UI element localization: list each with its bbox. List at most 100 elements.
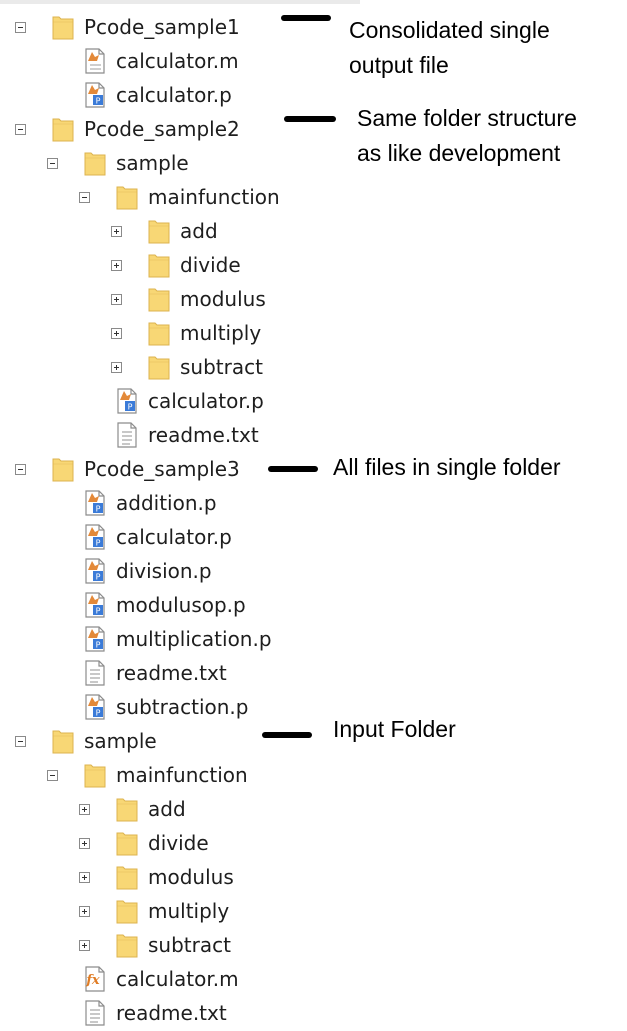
annotation-text: output file — [349, 52, 449, 78]
svg-text:P: P — [128, 403, 133, 412]
tree-item-label: Pcode_sample2 — [84, 117, 240, 141]
tree-file-row[interactable]: Pmultiplication.p — [0, 622, 272, 656]
tree-item-label: modulus — [180, 287, 266, 311]
folder-icon — [50, 115, 76, 143]
expand-plus-icon[interactable] — [111, 225, 122, 237]
folder-icon — [146, 217, 172, 245]
tree-item-label: sample — [116, 151, 189, 175]
annotation-text: Consolidated single — [349, 17, 550, 43]
tree-folder-row[interactable]: mainfunction — [0, 758, 248, 792]
tree-folder-row[interactable]: Pcode_sample3 — [0, 452, 240, 486]
tree-file-row[interactable]: Pcalculator.p — [0, 520, 232, 554]
svg-text:P: P — [96, 709, 101, 718]
p-file-icon: P — [82, 693, 108, 721]
expand-plus-icon[interactable] — [111, 361, 122, 373]
tree-folder-row[interactable]: multiply — [0, 316, 261, 350]
p-file-icon: P — [82, 625, 108, 653]
tree-item-label: Pcode_sample3 — [84, 457, 240, 481]
svg-text:P: P — [96, 539, 101, 548]
annotation-dash — [268, 466, 318, 472]
tree-item-label: division.p — [116, 559, 212, 583]
tree-file-row[interactable]: fx calculator.m — [0, 962, 239, 996]
tree-item-label: modulus — [148, 865, 234, 889]
tree-item-label: mainfunction — [116, 763, 248, 787]
tree-folder-row[interactable]: modulus — [0, 282, 266, 316]
tree-folder-row[interactable]: mainfunction — [0, 180, 280, 214]
tree-folder-row[interactable]: add — [0, 214, 218, 248]
p-file-icon: P — [82, 557, 108, 585]
text-file-icon — [114, 421, 140, 449]
tree-folder-row[interactable]: divide — [0, 248, 241, 282]
tree-item-label: multiply — [180, 321, 262, 345]
tree-file-row[interactable]: Psubtraction.p — [0, 690, 248, 724]
tree-item-label: addition.p — [116, 491, 217, 515]
tree-item-label: add — [180, 219, 218, 243]
collapse-minus-icon[interactable] — [15, 21, 26, 33]
svg-text:P: P — [96, 573, 101, 582]
folder-icon — [146, 251, 172, 279]
tree-file-row[interactable]: Pdivision.p — [0, 554, 212, 588]
tree-folder-row[interactable]: divide — [0, 826, 209, 860]
tree-folder-row[interactable]: modulus — [0, 860, 234, 894]
m-file-icon — [82, 47, 108, 75]
tree-item-label: multiplication.p — [116, 627, 272, 651]
collapse-minus-icon[interactable] — [15, 463, 26, 475]
collapse-minus-icon[interactable] — [47, 157, 58, 169]
svg-text:P: P — [96, 641, 101, 650]
expand-plus-icon[interactable] — [79, 837, 90, 849]
tree-item-label: mainfunction — [148, 185, 280, 209]
tree-folder-row[interactable]: Pcode_sample1 — [0, 10, 240, 44]
file-tree: Pcode_sample1 calculator.m Pcalculator.p Pc… — [0, 0, 627, 1026]
folder-icon — [50, 727, 76, 755]
tree-item-label: divide — [148, 831, 209, 855]
text-file-icon — [82, 999, 108, 1027]
tree-file-row[interactable]: readme.txt — [0, 418, 259, 452]
tree-item-label: calculator.p — [148, 389, 264, 413]
folder-icon — [50, 13, 76, 41]
folder-icon — [82, 149, 108, 177]
folder-icon — [114, 897, 140, 925]
expand-plus-icon[interactable] — [111, 259, 122, 271]
expand-plus-icon[interactable] — [79, 939, 90, 951]
text-file-icon — [82, 659, 108, 687]
tree-folder-row[interactable]: subtract — [0, 928, 231, 962]
folder-icon — [146, 319, 172, 347]
annotation-dash — [281, 15, 331, 21]
tree-item-label: readme.txt — [148, 423, 259, 447]
annotation-text: as like development — [357, 140, 561, 166]
tree-file-row[interactable]: Pmodulusop.p — [0, 588, 246, 622]
p-file-icon: P — [82, 523, 108, 551]
expand-plus-icon[interactable] — [111, 327, 122, 339]
annotation-dash — [262, 732, 312, 738]
tree-file-row[interactable]: readme.txt — [0, 656, 227, 690]
tree-folder-row[interactable]: Pcode_sample2 — [0, 112, 240, 146]
tree-folder-row[interactable]: multiply — [0, 894, 229, 928]
tree-folder-row[interactable]: subtract — [0, 350, 263, 384]
expand-plus-icon[interactable] — [111, 293, 122, 305]
collapse-minus-icon[interactable] — [47, 769, 58, 781]
annotation-text: Same folder structure — [357, 105, 577, 131]
tree-item-label: readme.txt — [116, 661, 227, 685]
tree-folder-row[interactable]: sample — [0, 146, 189, 180]
tree-item-label: readme.txt — [116, 1001, 227, 1025]
p-file-icon: P — [114, 387, 140, 415]
tree-file-row[interactable]: calculator.m — [0, 44, 239, 78]
tree-file-row[interactable]: Pcalculator.p — [0, 78, 232, 112]
tree-file-row[interactable]: readme.txt — [0, 996, 227, 1030]
annotation-dash — [284, 116, 336, 122]
tree-file-row[interactable]: Pcalculator.p — [0, 384, 264, 418]
tree-folder-row[interactable]: sample — [0, 724, 157, 758]
tree-folder-row[interactable]: add — [0, 792, 186, 826]
collapse-minus-icon[interactable] — [15, 735, 26, 747]
tree-item-label: subtract — [148, 933, 231, 957]
tree-file-row[interactable]: Paddition.p — [0, 486, 217, 520]
expand-plus-icon[interactable] — [79, 803, 90, 815]
expand-plus-icon[interactable] — [79, 871, 90, 883]
expand-plus-icon[interactable] — [79, 905, 90, 917]
collapse-minus-icon[interactable] — [15, 123, 26, 135]
annotation-text: Input Folder — [333, 716, 456, 742]
svg-text:fx: fx — [85, 973, 100, 988]
tree-item-label: Pcode_sample1 — [84, 15, 240, 39]
tree-item-label: subtract — [180, 355, 263, 379]
collapse-minus-icon[interactable] — [79, 191, 90, 203]
